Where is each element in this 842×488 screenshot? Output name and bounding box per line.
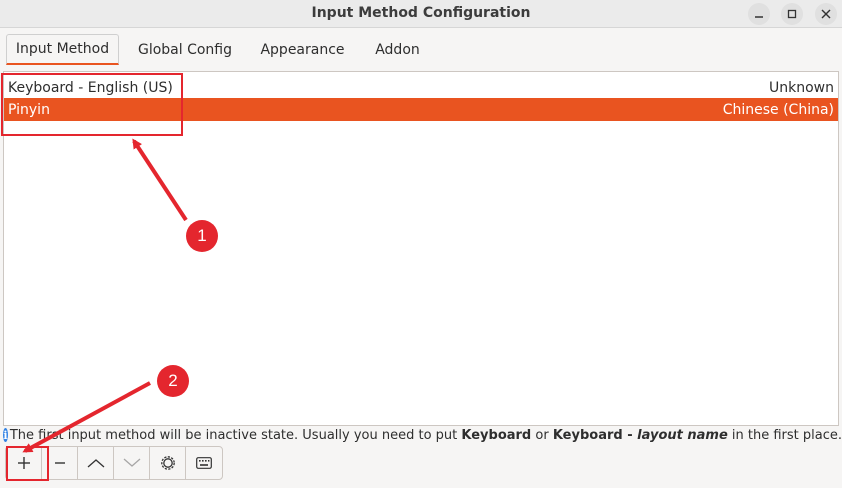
tab-appearance[interactable]: Appearance [252,34,353,65]
list-item-selected[interactable]: Pinyin Chinese (China) [4,98,838,121]
input-method-language: Chinese (China) [722,101,834,118]
info-text: The first input method will be inactive … [9,427,842,443]
keyboard-layout-icon [196,457,212,469]
tab-input-method[interactable]: Input Method [6,34,119,65]
move-down-button[interactable] [114,447,150,479]
input-method-list[interactable]: Keyboard - English (US) Unknown Pinyin C… [3,71,839,426]
keyboard-layout-button[interactable] [186,447,222,479]
window-title: Input Method Configuration [311,5,531,21]
list-toolbar [5,446,223,480]
move-up-icon [87,459,104,468]
tab-addon[interactable]: Addon [366,34,429,65]
remove-button[interactable] [42,447,78,479]
title-bar: Input Method Configuration [0,0,842,28]
list-item[interactable]: Keyboard - English (US) Unknown [4,76,838,99]
input-method-name: Pinyin [8,101,50,118]
input-method-language: Unknown [769,79,834,96]
minimize-icon [755,16,763,18]
close-button[interactable] [815,3,837,25]
close-icon [821,9,831,19]
configure-button[interactable] [150,447,186,479]
add-button[interactable] [6,447,42,479]
move-up-button[interactable] [78,447,114,479]
annotation-badge: 1 [186,220,218,252]
minimize-button[interactable] [748,3,770,25]
info-message: i The first input method will be inactiv… [3,426,842,444]
add-icon [17,457,30,469]
remove-icon [54,462,65,464]
annotation-badge: 2 [157,365,189,397]
move-down-icon [123,458,140,467]
tab-global-config[interactable]: Global Config [130,34,240,65]
configure-icon [160,456,175,470]
maximize-button[interactable] [781,3,803,25]
tab-bar: Input Method Global Config Appearance Ad… [0,32,842,68]
input-method-name: Keyboard - English (US) [8,79,173,96]
info-icon: i [3,428,8,442]
maximize-icon [787,9,797,19]
